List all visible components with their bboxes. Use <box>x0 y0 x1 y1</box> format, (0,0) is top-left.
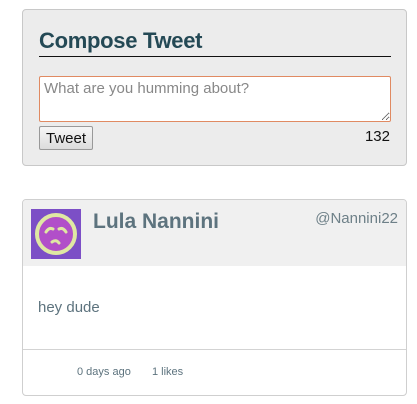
sad-face-icon <box>35 213 77 255</box>
avatar <box>31 209 81 259</box>
compose-tweet-panel: Compose Tweet Tweet 132 <box>22 9 407 166</box>
tweet-textarea[interactable] <box>39 76 391 122</box>
author-name: Lula Nannini <box>93 210 219 233</box>
tweet-header: Lula Nannini @Nannini22 <box>23 200 406 266</box>
tweet-footer: 0 days ago 1 likes <box>23 349 406 395</box>
tweet-button[interactable]: Tweet <box>39 126 93 150</box>
author-handle: @Nannini22 <box>315 210 398 227</box>
tweet-text: hey dude <box>38 299 100 316</box>
tweet-timestamp: 0 days ago <box>77 366 131 378</box>
like-count[interactable]: 1 likes <box>152 366 183 378</box>
tweet-card: Lula Nannini @Nannini22 hey dude 0 days … <box>22 199 407 396</box>
compose-title: Compose Tweet <box>39 28 391 57</box>
char-counter: 132 <box>364 128 390 145</box>
